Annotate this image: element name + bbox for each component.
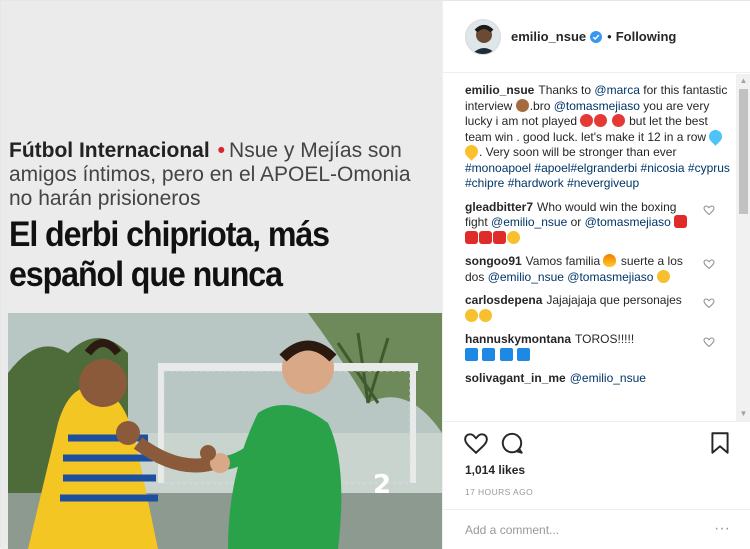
fire-emoji-icon [603, 254, 617, 267]
article-title: El derbi chipriota, más español que nunc… [9, 215, 330, 294]
caption-text: .bro [529, 98, 551, 113]
article-headline: Fútbol Internacional • Nsue y Mejías son a… [9, 139, 439, 211]
comment-username[interactable]: carlosdepena [465, 293, 542, 307]
post-caption: emilio_nsue Thanks to @marca for this fan… [462, 83, 737, 192]
bullet-dot: • [217, 139, 226, 162]
handshake-emoji-icon [515, 98, 529, 112]
verified-badge-icon [590, 30, 603, 43]
comment-like-heart-icon[interactable] [703, 258, 715, 270]
top-arrow-emoji-icon [482, 347, 496, 361]
hashtag-link[interactable]: #chipre [465, 176, 504, 190]
comment-like-heart-icon[interactable] [703, 336, 715, 348]
svg-text:2: 2 [373, 470, 391, 500]
laughing-emoji-icon [465, 308, 478, 322]
action-bar [443, 422, 750, 462]
mention-link[interactable]: @marca [594, 83, 640, 97]
angry-face-emoji-icon [611, 114, 625, 127]
comment-username[interactable]: gleadbitter7 [465, 200, 533, 214]
post-header: emilio_nsue • Following [443, 1, 750, 73]
avatar-photo [466, 19, 500, 54]
add-comment-input[interactable] [465, 520, 695, 540]
heart-icon[interactable] [463, 430, 489, 456]
hashtag-link[interactable]: #nevergiveup [567, 176, 639, 190]
boxing-glove-emoji-icon [465, 230, 478, 244]
angry-face-emoji-icon [580, 114, 594, 127]
mention-link[interactable]: @tomasmejiaso [567, 270, 653, 284]
comment-item: gleadbitter7 Who would win the boxing fig… [465, 200, 737, 247]
comment-text: TOROS!!!!! [575, 332, 635, 346]
add-comment-section: ··· [443, 509, 750, 549]
comment-like-heart-icon[interactable] [703, 297, 715, 309]
avatar[interactable] [465, 18, 501, 55]
article-photo: 2 [8, 313, 442, 549]
top-arrow-emoji-icon [499, 347, 513, 361]
more-options-icon[interactable]: ··· [714, 520, 730, 538]
following-button[interactable]: Following [616, 29, 677, 44]
hashtag-link[interactable]: #cyprus [688, 161, 730, 175]
angry-face-emoji-icon [594, 114, 608, 127]
caption-text: . Very soon will be stronger than ever [479, 145, 677, 159]
scroll-thumb[interactable] [739, 89, 748, 214]
comment-item: carlosdepena Jajajajaja que personajes [465, 293, 737, 324]
hashtag-link[interactable]: #elgranderbi [570, 161, 637, 175]
boxing-glove-emoji-icon [493, 230, 506, 244]
mention-link[interactable]: @emilio_nsue [491, 215, 567, 229]
mention-link[interactable]: @emilio_nsue [488, 270, 564, 284]
hashtag-link[interactable]: #monoapoel [465, 161, 531, 175]
instagram-post: Fútbol Internacional • Nsue y Mejías son a… [0, 0, 750, 549]
likes-count[interactable]: 1,014 likes [465, 463, 525, 477]
comment-icon[interactable] [499, 430, 525, 456]
comment-text: Jajajajaja que personajes [546, 293, 682, 307]
comment-text: or [570, 215, 582, 229]
laughing-emoji-icon [507, 230, 520, 244]
boxing-glove-emoji-icon [674, 215, 688, 228]
hashtag-link[interactable]: #hardwork [508, 176, 564, 190]
scroll-up-arrow-icon[interactable]: ▲ [736, 74, 750, 88]
mention-link[interactable]: @emilio_nsue [570, 371, 646, 385]
bookmark-icon[interactable] [707, 430, 733, 456]
caption-username[interactable]: emilio_nsue [465, 83, 534, 97]
hashtag-link[interactable]: #nicosia [641, 161, 685, 175]
yellow-heart-emoji-icon [462, 142, 481, 161]
two-players-photo: 2 [8, 313, 442, 549]
comments-scrollbar[interactable]: ▲ ▼ [736, 74, 750, 421]
top-arrow-emoji-icon [465, 347, 478, 361]
header-username[interactable]: emilio_nsue [511, 29, 586, 44]
laughing-emoji-icon [479, 308, 492, 322]
boxing-glove-emoji-icon [479, 230, 492, 244]
scroll-down-arrow-icon[interactable]: ▼ [736, 407, 750, 421]
hashtag-link[interactable]: #apoel [534, 161, 570, 175]
caption-text: Thanks to [538, 83, 592, 97]
grinning-face-emoji-icon [656, 269, 670, 283]
post-side-panel: emilio_nsue • Following emilio_nsue Thank… [442, 1, 750, 549]
comment-username[interactable]: hannuskymontana [465, 332, 571, 346]
comments-list[interactable]: emilio_nsue Thanks to @marca for this fan… [443, 74, 737, 421]
header-separator: • [607, 29, 612, 44]
comment-username[interactable]: solivagant_in_me [465, 371, 566, 385]
comment-item: hannuskymontana TOROS!!!!! [465, 332, 737, 363]
top-arrow-emoji-icon [517, 347, 531, 361]
comment-item: songoo91 Vamos familia suerte a los dos @… [465, 254, 737, 285]
comment-username[interactable]: songoo91 [465, 254, 522, 268]
mention-link[interactable]: @tomasmejiaso [585, 215, 671, 229]
post-image[interactable]: Fútbol Internacional • Nsue y Mejías son a… [1, 1, 442, 549]
comment-text: Vamos familia [525, 254, 601, 268]
mention-link[interactable]: @tomasmejiaso [554, 99, 640, 113]
comment-like-heart-icon[interactable] [703, 204, 715, 216]
blue-heart-emoji-icon [706, 126, 726, 146]
post-timestamp[interactable]: 17 HOURS AGO [465, 487, 533, 497]
post-actions: 1,014 likes 17 HOURS AGO [443, 421, 750, 497]
comment-item: solivagant_in_me @emilio_nsue [465, 371, 737, 387]
article-section: Fútbol Internacional [9, 139, 210, 162]
